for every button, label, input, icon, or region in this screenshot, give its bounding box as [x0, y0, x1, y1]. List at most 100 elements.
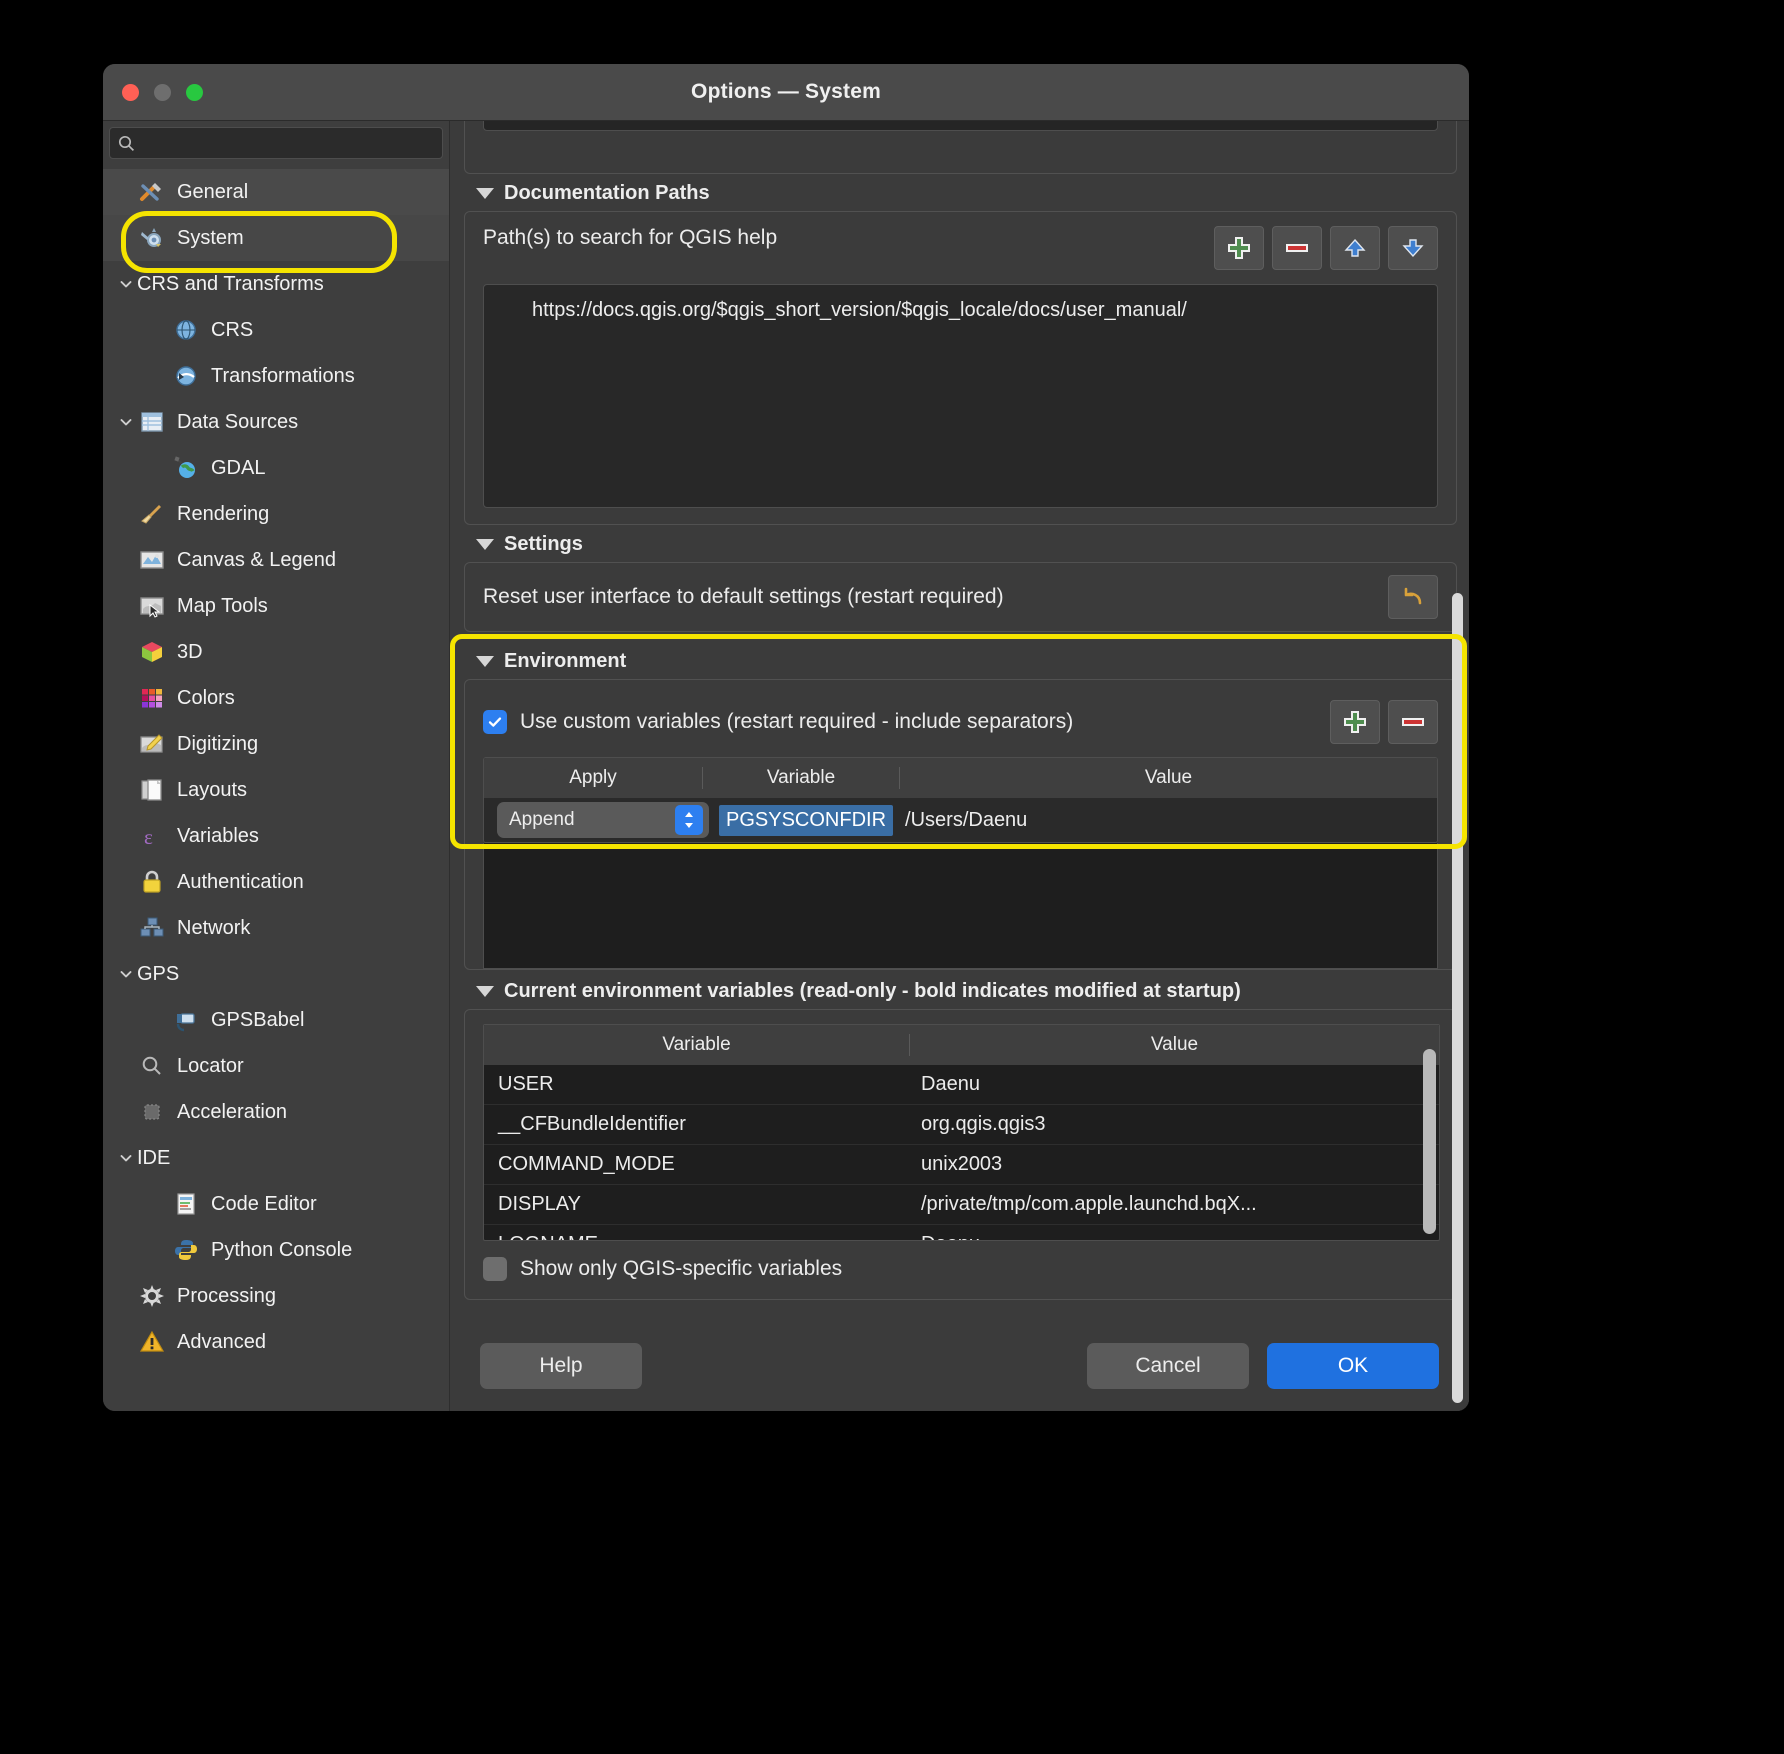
chevron-updown-icon: [675, 805, 703, 835]
maximize-window-button[interactable]: [186, 84, 203, 101]
table-row[interactable]: __CFBundleIdentifier org.qgis.qgis3: [484, 1105, 1439, 1145]
documentation-paths-panel: Path(s) to search for QGIS help https://…: [464, 211, 1457, 525]
remove-variable-button[interactable]: [1388, 700, 1438, 744]
documentation-paths-header[interactable]: Documentation Paths: [464, 174, 1457, 211]
sidebar-search[interactable]: [109, 127, 443, 159]
sidebar-item-3d[interactable]: 3D: [103, 629, 449, 675]
documentation-paths-toolbar: [1214, 226, 1438, 270]
help-button[interactable]: Help: [480, 1343, 642, 1389]
documentation-paths-title: Documentation Paths: [504, 182, 710, 204]
column-header-variable: Variable: [703, 767, 900, 789]
sidebar-item-acceleration[interactable]: Acceleration: [103, 1089, 449, 1135]
table-row[interactable]: LOGNAMEDaenu: [484, 1225, 1439, 1240]
sidebar-item-label: Advanced: [177, 1330, 266, 1353]
apply-mode-value: Append: [509, 809, 575, 830]
sidebar-item-system[interactable]: System: [103, 211, 449, 273]
chevron-down-icon[interactable]: [115, 414, 137, 430]
previous-section-field[interactable]: [483, 121, 1438, 131]
sidebar-item-gps[interactable]: GPS: [103, 951, 449, 997]
add-variable-button[interactable]: [1330, 700, 1380, 744]
sidebar-item-label: Map Tools: [177, 594, 268, 617]
variable-name-cell[interactable]: PGSYSCONFDIR: [719, 804, 894, 836]
table-row[interactable]: USER Daenu: [484, 1065, 1439, 1105]
sidebar-item-network[interactable]: Network: [103, 905, 449, 951]
add-path-button[interactable]: [1214, 226, 1264, 270]
sidebar-item-gdal[interactable]: GDAL: [103, 445, 449, 491]
environment-group: Environment Use custom variables (restar…: [450, 634, 1467, 970]
move-up-button[interactable]: [1330, 226, 1380, 270]
sidebar-item-label: Canvas & Legend: [177, 548, 337, 571]
sidebar-item-gpsbabel[interactable]: GPSBabel: [103, 997, 449, 1043]
sidebar-item-code-editor[interactable]: Code Editor: [103, 1181, 449, 1227]
gear-star-icon: [137, 1283, 167, 1309]
minimize-window-button[interactable]: [154, 84, 171, 101]
sidebar-item-label: CRS: [211, 318, 254, 341]
move-down-button[interactable]: [1388, 226, 1438, 270]
chevron-down-icon[interactable]: [115, 276, 137, 292]
sidebar-item-label: 3D: [177, 640, 203, 663]
earth-satellite-icon: [171, 455, 201, 481]
list-item[interactable]: https://docs.qgis.org/$qgis_short_versio…: [484, 295, 1437, 322]
table-scrollbar[interactable]: [1423, 1049, 1436, 1234]
sidebar-item-ide[interactable]: IDE: [103, 1135, 449, 1181]
sidebar-item-processing[interactable]: Processing: [103, 1273, 449, 1319]
sidebar-item-layouts[interactable]: Layouts: [103, 767, 449, 813]
python-icon: [171, 1237, 201, 1263]
custom-variables-table: Apply Variable Value Append PGSYSCONFDIR…: [483, 757, 1438, 843]
show-only-qgis-checkbox[interactable]: Show only QGIS-specific variables: [483, 1257, 1438, 1281]
table-icon: [137, 409, 167, 435]
cancel-button[interactable]: Cancel: [1087, 1343, 1249, 1389]
reset-ui-button[interactable]: [1388, 575, 1438, 619]
current-environment-header[interactable]: Current environment variables (read-only…: [464, 972, 1457, 1009]
cube-icon: [137, 639, 167, 665]
sidebar-item-label: Network: [177, 916, 251, 939]
collapse-triangle-icon[interactable]: [476, 986, 494, 997]
env-variable-name: USER: [498, 1073, 554, 1095]
system-gear-icon: [137, 225, 167, 251]
globe-transform-icon: [171, 363, 201, 389]
env-variable-name: DISPLAY: [498, 1193, 581, 1215]
env-variable-name: __CFBundleIdentifier: [498, 1113, 686, 1135]
sidebar-item-locator[interactable]: Locator: [103, 1043, 449, 1089]
ok-button[interactable]: OK: [1267, 1343, 1439, 1389]
map-cursor-icon: [137, 593, 167, 619]
sidebar-item-map-tools[interactable]: Map Tools: [103, 583, 449, 629]
chevron-down-icon[interactable]: [115, 966, 137, 982]
tools-icon: [137, 179, 167, 205]
sidebar-item-data-sources[interactable]: Data Sources: [103, 399, 449, 445]
collapse-triangle-icon[interactable]: [476, 656, 494, 667]
sidebar-item-crs-and-transforms[interactable]: CRS and Transforms: [103, 261, 449, 307]
sidebar-item-rendering[interactable]: Rendering: [103, 491, 449, 537]
chevron-down-icon[interactable]: [115, 1150, 137, 1166]
variable-value-cell[interactable]: /Users/Daenu: [905, 809, 1027, 832]
sidebar-item-transformations[interactable]: Transformations: [103, 353, 449, 399]
sidebar-item-general[interactable]: General: [103, 169, 449, 215]
sidebar-item-canvas-legend[interactable]: Canvas & Legend: [103, 537, 449, 583]
collapse-triangle-icon[interactable]: [476, 188, 494, 199]
sidebar-item-digitizing[interactable]: Digitizing: [103, 721, 449, 767]
sidebar-item-label: IDE: [137, 1146, 171, 1169]
table-row[interactable]: Append PGSYSCONFDIR /Users/Daenu: [484, 798, 1437, 842]
apply-mode-select[interactable]: Append: [497, 802, 709, 838]
sidebar-item-label: GPS: [137, 962, 180, 985]
main-scrollbar[interactable]: [1452, 593, 1463, 1403]
close-window-button[interactable]: [122, 84, 139, 101]
table-row[interactable]: DISPLAY/private/tmp/com.apple.launchd.bq…: [484, 1185, 1439, 1225]
sidebar-item-authentication[interactable]: Authentication: [103, 859, 449, 905]
sidebar-item-crs[interactable]: CRS: [103, 307, 449, 353]
sidebar-item-label: GDAL: [211, 456, 266, 479]
remove-path-button[interactable]: [1272, 226, 1322, 270]
table-row[interactable]: COMMAND_MODE unix2003: [484, 1145, 1439, 1185]
settings-header[interactable]: Settings: [464, 525, 1457, 562]
environment-header[interactable]: Environment: [464, 642, 1457, 679]
use-custom-variables-checkbox[interactable]: Use custom variables (restart required -…: [483, 710, 1073, 734]
sidebar-item-label: Python Console: [211, 1238, 353, 1261]
main-pane: Documentation Paths Path(s) to search fo…: [450, 121, 1469, 1411]
documentation-paths-list[interactable]: https://docs.qgis.org/$qgis_short_versio…: [483, 284, 1438, 508]
collapse-triangle-icon[interactable]: [476, 539, 494, 550]
sidebar-item-advanced[interactable]: Advanced: [103, 1319, 449, 1365]
sidebar-item-colors[interactable]: Colors: [103, 675, 449, 721]
checkbox-checked-icon: [483, 710, 507, 734]
sidebar-item-variables[interactable]: ε Variables: [103, 813, 449, 859]
sidebar-item-python-console[interactable]: Python Console: [103, 1227, 449, 1273]
